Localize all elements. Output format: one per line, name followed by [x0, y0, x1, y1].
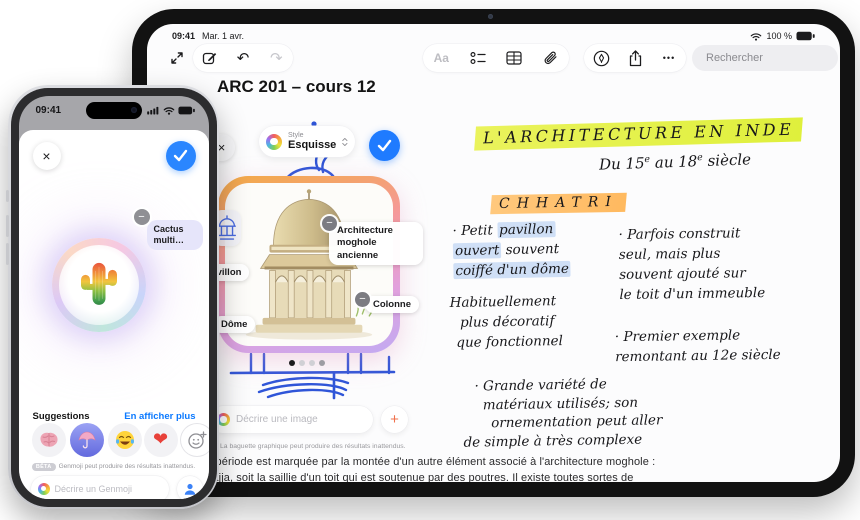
laughing-face-icon [114, 429, 136, 451]
show-more-link[interactable]: En afficher plus [124, 411, 195, 422]
rainbow-cactus-genmoji [76, 256, 122, 310]
add-smiley-icon [187, 430, 207, 450]
image-playground-icon [38, 483, 50, 495]
remove-tag-icon[interactable]: − [134, 209, 150, 225]
genmoji-prompt-tag[interactable]: Cactus multi… [147, 220, 203, 251]
ipad-statusbar-right: 100 % [750, 31, 816, 41]
concept-tag-architecture[interactable]: Architecture moghole ancienne [329, 222, 423, 265]
ipad-clock: 09:41 [172, 31, 195, 41]
handwritten-bottom: · Grande variété de matériaux utilisés; … [462, 374, 663, 451]
chevron-up-down-icon [342, 136, 348, 148]
genmoji-sheet: × [19, 130, 209, 499]
style-picker[interactable]: Style Esquisse [259, 126, 355, 157]
table-icon[interactable] [501, 45, 527, 71]
emoji-red-heart[interactable]: ❤ [144, 423, 178, 457]
battery-icon [796, 31, 816, 41]
dynamic-island [86, 102, 142, 119]
cellular-signal-icon [147, 106, 160, 115]
wand-disclaimer: La baguette graphique peut produire des … [211, 443, 406, 450]
genmoji-prompt-field[interactable] [31, 476, 169, 499]
person-icon [183, 482, 197, 496]
genmoji-app: 09:41 [19, 96, 209, 499]
image-prompt-field[interactable] [209, 406, 373, 433]
style-label: Style [288, 132, 336, 139]
checklist-icon[interactable] [465, 45, 491, 71]
ipad-date: Mar. 1 avr. [202, 31, 244, 41]
style-swatch-icon [266, 134, 282, 150]
page-dot[interactable] [309, 360, 315, 366]
emoji-umbrella[interactable] [70, 423, 104, 457]
page-dot-active[interactable] [289, 360, 295, 366]
page-dot[interactable] [319, 360, 325, 366]
style-value: Esquisse [288, 140, 336, 151]
share-toolbar-group: ••• [584, 44, 686, 72]
share-icon[interactable] [622, 45, 648, 71]
volume-up-button [6, 215, 9, 237]
wifi-icon [750, 32, 762, 41]
search-field[interactable] [692, 45, 838, 71]
page-dot[interactable] [299, 360, 305, 366]
screenshot-stage: 09:41 Mar. 1 avr. 100 % [0, 0, 860, 520]
ipad-statusbar-left: 09:41 Mar. 1 avr. [172, 31, 244, 41]
compose-icon[interactable] [197, 45, 223, 71]
notes-app: 09:41 Mar. 1 avr. 100 % [147, 24, 840, 482]
ipad-camera [488, 14, 493, 19]
concept-tag-column[interactable]: Colonne [365, 296, 419, 313]
collapse-note-icon[interactable] [167, 48, 187, 68]
edit-toolbar-group: ↶ ↷ [193, 44, 293, 72]
umbrella-icon [77, 430, 97, 450]
handwritten-col2a: · Parfois construit seul, mais plus souv… [618, 223, 765, 305]
handwritten-col2b: · Premier exemple remontant au 12e siècl… [615, 325, 781, 367]
image-prompt-input[interactable] [236, 414, 365, 425]
note-body-line: te période est marquée par la montée d'u… [203, 456, 655, 468]
handwritten-section-chhatri: CHHATRI [491, 193, 626, 214]
concept-tag-dome[interactable]: Dôme [213, 316, 255, 333]
remove-tag-icon[interactable]: − [355, 292, 370, 307]
undo-icon[interactable]: ↶ [230, 45, 256, 71]
handwritten-col1a: · Petit pavillon ouvert souvent coiffé d… [452, 219, 571, 281]
volume-down-button [6, 243, 9, 265]
search-input[interactable] [706, 52, 840, 64]
close-button[interactable]: × [33, 142, 61, 170]
note-title: ARC 201 – cours 12 [217, 77, 376, 97]
genmoji-prompt-input[interactable] [55, 484, 162, 494]
note-body-line: hhajja, soit la saillie d'un toit qui es… [200, 472, 633, 482]
iphone-device: 09:41 [8, 85, 219, 509]
mute-switch [6, 190, 9, 202]
handwritten-subtitle: Du 15e au 18e siècle [599, 150, 752, 173]
confirm-button[interactable] [166, 141, 196, 171]
genmoji-preview-bubble [52, 238, 146, 332]
new-genmoji-button[interactable] [180, 423, 209, 457]
emoji-laughing-tears[interactable] [108, 423, 142, 457]
handwritten-heading: L'ARCHITECTURE EN INDE [475, 117, 803, 150]
checkmark-icon [173, 149, 188, 162]
brain-icon [38, 431, 60, 449]
ipad-device: 09:41 Mar. 1 avr. 100 % [132, 9, 855, 497]
iphone-bezel: 09:41 [11, 88, 217, 507]
remove-tag-icon[interactable]: − [322, 216, 337, 231]
battery-icon [178, 106, 196, 115]
beta-disclaimer: BÊTA Genmoji peut produire des résultats… [19, 463, 209, 471]
person-picker-button[interactable] [177, 476, 203, 499]
battery-percent: 100 % [766, 31, 792, 41]
wand-accept-button[interactable] [369, 130, 400, 161]
redo-icon[interactable]: ↷ [263, 45, 289, 71]
markup-icon[interactable] [588, 45, 614, 71]
text-format-icon[interactable]: Aa [428, 45, 454, 71]
variation-page-dots[interactable] [289, 360, 325, 366]
suggestions-title: Suggestions [33, 411, 90, 422]
checkmark-icon [377, 139, 392, 152]
handwritten-col1b: Habituellement plus décoratif que foncti… [449, 291, 563, 353]
more-options-icon[interactable]: ••• [656, 45, 682, 71]
wifi-icon [163, 106, 175, 115]
add-concept-button[interactable]: + [381, 406, 408, 433]
format-toolbar-group: Aa [423, 44, 569, 72]
front-camera [131, 107, 137, 113]
beta-badge: BÊTA [32, 463, 56, 471]
emoji-brain[interactable] [32, 423, 66, 457]
attachment-icon[interactable] [538, 45, 564, 71]
iphone-clock: 09:41 [36, 105, 62, 116]
